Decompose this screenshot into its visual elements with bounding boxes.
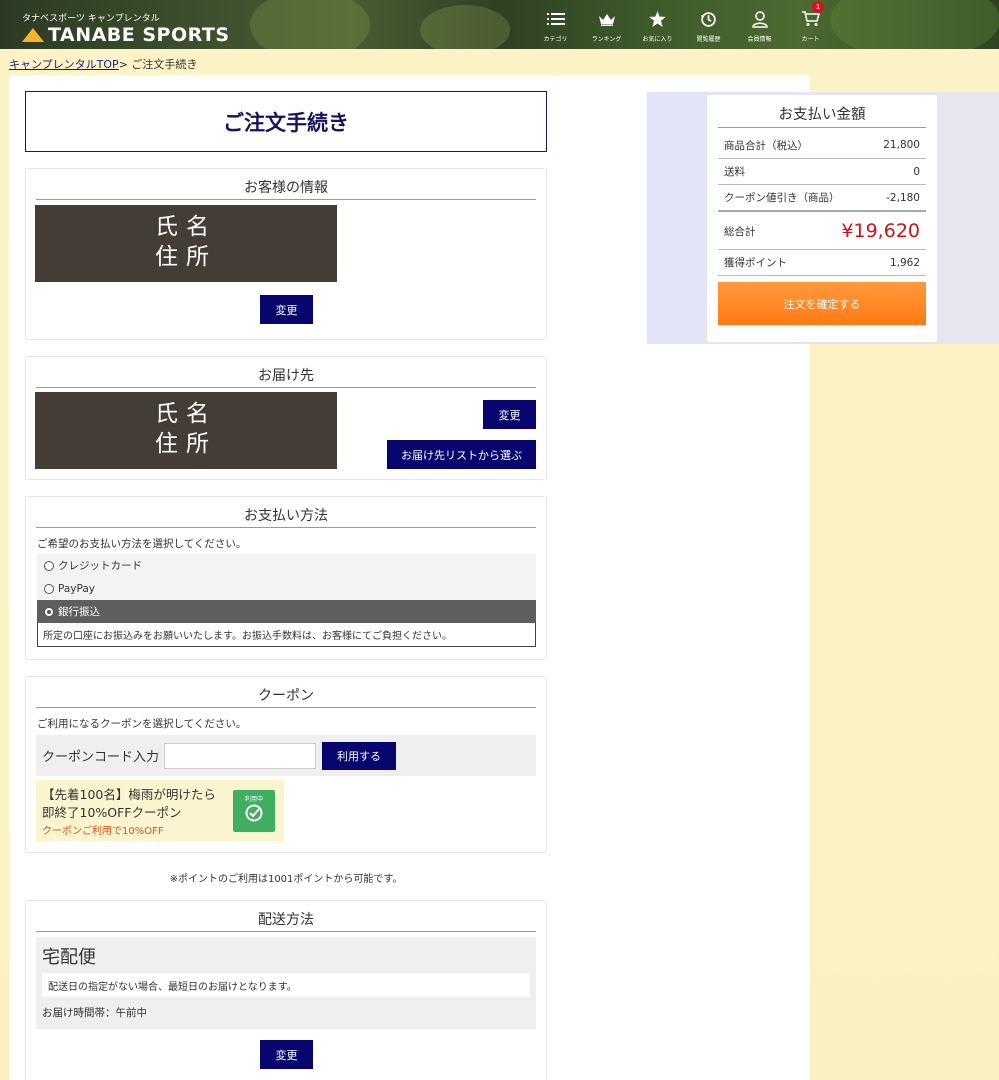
coupon-subtitle: クーポンご利用で10%OFF	[42, 826, 164, 837]
page-title: ご注文手続き	[223, 110, 349, 135]
confirm-order-button[interactable]: 注文を確定する	[718, 282, 926, 325]
payment-option-credit[interactable]: クレジットカード	[37, 554, 536, 577]
shipping-section: お届け先 氏名 住所 変更 お届け先リストから選ぶ	[25, 356, 547, 480]
delivery-method: 宅配便	[42, 947, 96, 968]
coupon-section: クーポン ご利用になるクーポンを選択してください。 クーポンコード入力 利用する…	[25, 676, 547, 853]
payment-summary: お支払い金額 商品合計（税込） 21,800 送料 0 クーポン値引き（商品） …	[707, 95, 937, 342]
coupon-code-row: クーポンコード入力 利用する	[36, 735, 536, 776]
customer-info-block: 氏名 住所	[35, 205, 337, 282]
delivery-section: 配送方法 宅配便 配送日の指定がない場合、最短日のお届けとなります。 お届け時間…	[25, 900, 547, 1080]
summary-heading: お支払い金額	[718, 103, 926, 128]
breadcrumb-separator: >	[118, 58, 128, 71]
summary-row-shipping: 送料 0	[718, 159, 926, 185]
coupon-in-use-badge[interactable]: 利用中	[233, 790, 275, 832]
site-header: タナベスポーツ キャンプレンタル TANABE SPORTS カテゴリ ランキン…	[0, 0, 999, 49]
summary-row-subtotal: 商品合計（税込） 21,800	[718, 132, 926, 159]
brand-name: TANABE SPORTS	[48, 24, 230, 46]
payment-option-bank[interactable]: 銀行振込	[37, 600, 536, 623]
summary-row-total: 総合計 ¥19,620	[718, 213, 926, 250]
coupon-heading: クーポン	[36, 685, 536, 708]
coupon-code-input[interactable]	[164, 742, 317, 769]
payment-intro: ご希望のお支払い方法を選択してください。	[37, 538, 247, 550]
nav-history[interactable]: 閲覧履歴	[683, 8, 734, 43]
brand-mark-icon	[22, 28, 44, 42]
payment-options: クレジットカード PayPay 銀行振込 所定の口座にお振込みをお願いいたします…	[37, 554, 536, 647]
shipping-heading: お届け先	[36, 365, 536, 388]
summary-row-points: 獲得ポイント 1,962	[718, 250, 926, 276]
coupon-code-label: クーポンコード入力	[42, 750, 160, 765]
summary-row-coupon: クーポン値引き（商品） -2,180	[718, 185, 926, 212]
delivery-note: 配送日の指定がない場合、最短日のお届けとなります。	[42, 973, 530, 997]
customer-heading: お客様の情報	[36, 177, 536, 200]
coupon-title: 【先着100名】梅雨が明けたら即終了10%OFFクーポン	[42, 787, 216, 820]
nav-ranking[interactable]: ランキング	[581, 8, 632, 43]
star-icon	[649, 8, 666, 30]
delivery-box: 宅配便 配送日の指定がない場合、最短日のお届けとなります。 お届け時間帯：午前中	[36, 937, 536, 1029]
payment-option-paypay[interactable]: PayPay	[37, 577, 536, 600]
radio-selected-icon[interactable]	[44, 606, 54, 617]
breadcrumb-home-link[interactable]: キャンプレンタルTOP	[9, 58, 119, 71]
breadcrumb-current: ご注文手続き	[131, 58, 198, 71]
user-icon	[751, 8, 768, 30]
nav-cart[interactable]: 1 カート	[785, 1, 836, 43]
delivery-change-button[interactable]: 変更	[260, 1040, 313, 1069]
shipping-change-button[interactable]: 変更	[483, 400, 536, 429]
radio-icon[interactable]	[44, 583, 54, 594]
shipping-info-block: 氏名 住所	[35, 392, 337, 469]
brand-logo[interactable]: TANABE SPORTS	[22, 24, 230, 46]
coupon-card[interactable]: 【先着100名】梅雨が明けたら即終了10%OFFクーポン クーポンご利用で10%…	[36, 780, 284, 841]
crown-icon	[598, 8, 615, 30]
customer-change-button[interactable]: 変更	[260, 295, 313, 324]
page-title-box: ご注文手続き	[25, 91, 547, 152]
list-icon	[546, 8, 565, 30]
radio-icon[interactable]	[44, 560, 54, 571]
check-circle-icon	[245, 804, 263, 822]
header-nav: カテゴリ ランキング お気に入り 閲覧履歴 会員情報 1 カート	[530, 1, 836, 43]
coupon-apply-button[interactable]: 利用する	[322, 741, 397, 770]
breadcrumb: キャンプレンタルTOP> ご注文手続き	[9, 56, 197, 72]
points-note: ※ポイントのご利用は1001ポイントから可能です。	[169, 874, 403, 885]
customer-section: お客様の情報 氏名 住所 変更	[25, 168, 547, 340]
shipping-address: 住所	[155, 431, 217, 457]
payment-note: 所定の口座にお振込みをお願いいたします。お振込手数料は、お客様にてご負担ください…	[37, 623, 536, 647]
payment-section: お支払い方法 ご希望のお支払い方法を選択してください。 クレジットカード Pay…	[25, 496, 547, 660]
nav-category[interactable]: カテゴリ	[530, 8, 581, 43]
summary-total-value: ¥19,620	[841, 220, 920, 242]
shipping-name: 氏名	[155, 401, 217, 427]
delivery-heading: 配送方法	[36, 909, 536, 932]
nav-member[interactable]: 会員情報	[734, 8, 785, 43]
shipping-list-button[interactable]: お届け先リストから選ぶ	[387, 440, 536, 469]
customer-address: 住所	[155, 244, 217, 270]
coupon-intro: ご利用になるクーポンを選択してください。	[37, 718, 247, 730]
payment-heading: お支払い方法	[36, 505, 536, 528]
delivery-time: お届け時間帯：午前中	[42, 1007, 147, 1019]
cart-count-badge: 1	[812, 1, 824, 13]
customer-name: 氏名	[155, 214, 217, 240]
brand-subtitle: タナベスポーツ キャンプレンタル	[22, 14, 160, 24]
nav-favorites[interactable]: お気に入り	[632, 8, 683, 43]
history-icon	[700, 8, 717, 30]
